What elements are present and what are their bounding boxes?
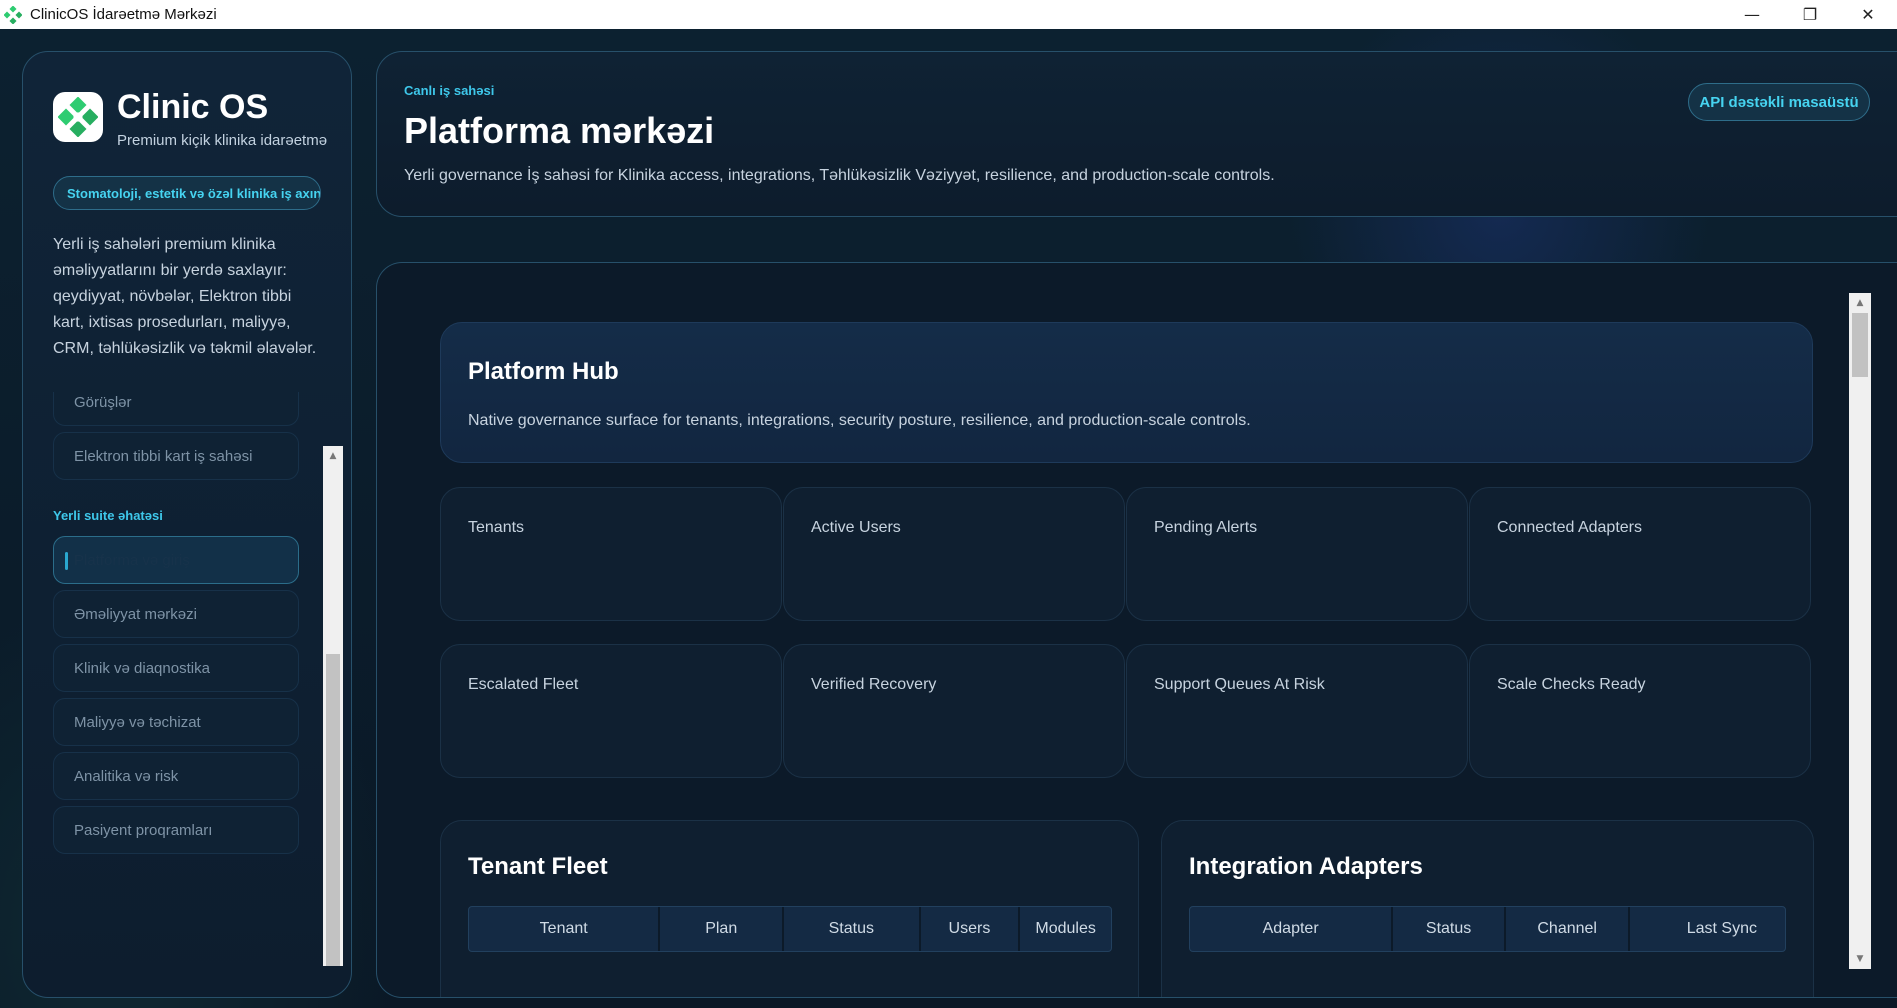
minimize-button[interactable]: —	[1723, 0, 1781, 29]
column-header[interactable]: Plan	[660, 907, 785, 951]
metric-label: Pending Alerts	[1154, 519, 1258, 536]
scroll-down-icon[interactable]: ▼	[1849, 949, 1871, 969]
tenant-fleet-title: Tenant Fleet	[468, 853, 608, 880]
platform-hub-card: Platform Hub Native governance surface f…	[440, 322, 1813, 463]
window-controls: — ❐ ✕	[1723, 0, 1897, 29]
sidebar-item-emr-workspace[interactable]: Elektron tibbi kart iş sahəsi	[53, 432, 299, 480]
sidebar-scrollbar[interactable]: ▲ ▼	[323, 446, 343, 966]
brand-subtitle: Premium kiçik klinika idarəetmə	[117, 132, 327, 149]
close-button[interactable]: ✕	[1839, 0, 1897, 29]
metric-label: Escalated Fleet	[468, 676, 579, 693]
scroll-up-icon[interactable]: ▲	[1849, 293, 1871, 313]
metric-card-tenants: Tenants	[440, 487, 782, 621]
sidebar-scroll-thumb[interactable]	[326, 654, 340, 966]
column-header[interactable]: Channel	[1506, 907, 1631, 951]
clinic-type-tag: Stomatoloji, estetik və özəl klinika iş …	[53, 176, 321, 210]
sidebar-nav: Görüşlər Elektron tibbi kart iş sahəsi Y…	[49, 392, 345, 966]
tenant-fleet-card: Tenant Fleet Tenant Plan Status Users Mo…	[440, 820, 1139, 997]
window-titlebar: ClinicOS İdarəetmə Mərkəzi — ❐ ✕	[0, 0, 1897, 29]
column-header[interactable]: Last Sync	[1630, 907, 1785, 951]
metric-card-escalated-fleet: Escalated Fleet	[440, 644, 782, 778]
sidebar-item-appointments[interactable]: Görüşlər	[53, 392, 299, 426]
integration-adapters-header-row: Adapter Status Channel Last Sync	[1189, 906, 1786, 952]
column-header[interactable]: Adapter	[1190, 907, 1394, 951]
metric-card-connected-adapters: Connected Adapters	[1469, 487, 1811, 621]
sidebar-item-operations[interactable]: Əməliyyat mərkəzi	[53, 590, 299, 638]
sidebar: Clinic OS Premium kiçik klinika idarəetm…	[22, 51, 352, 998]
page-description: Yerli governance İş sahəsi for Klinika a…	[404, 167, 1275, 184]
metric-card-scale-checks: Scale Checks Ready	[1469, 644, 1811, 778]
sidebar-item-patient-programs[interactable]: Pasiyent proqramları	[53, 806, 299, 854]
sidebar-section-label: Yerli suite əhatəsi	[53, 508, 163, 523]
column-header[interactable]: Users	[921, 907, 1021, 951]
clinic-logo-icon	[58, 97, 98, 137]
metric-label: Active Users	[811, 519, 901, 536]
brand-title: Clinic OS	[117, 88, 269, 126]
metric-label: Verified Recovery	[811, 676, 937, 693]
metric-card-verified-recovery: Verified Recovery	[783, 644, 1125, 778]
page-title: Platforma mərkəzi	[404, 110, 715, 151]
hub-title: Platform Hub	[468, 358, 619, 385]
integration-adapters-title: Integration Adapters	[1189, 853, 1423, 880]
tenant-fleet-header-row: Tenant Plan Status Users Modules	[468, 906, 1112, 952]
sidebar-item-finance[interactable]: Maliyyə və təchizat	[53, 698, 299, 746]
column-header[interactable]: Status	[784, 907, 921, 951]
integration-adapters-card: Integration Adapters Adapter Status Chan…	[1161, 820, 1814, 997]
api-desktop-badge: API dəstəkli masaüstü	[1688, 83, 1870, 121]
column-header[interactable]: Status	[1393, 907, 1506, 951]
sidebar-item-platform[interactable]: Platforma və giriş	[53, 536, 299, 584]
main-content: Platform Hub Native governance surface f…	[376, 262, 1897, 998]
metric-label: Connected Adapters	[1497, 519, 1642, 536]
clinic-logo-icon	[4, 5, 22, 24]
main-scrollbar[interactable]: ▲ ▼	[1849, 293, 1871, 969]
column-header[interactable]: Modules	[1020, 907, 1111, 951]
restore-button[interactable]: ❐	[1781, 0, 1839, 29]
brand-logo	[53, 92, 103, 142]
metric-label: Support Queues At Risk	[1154, 676, 1325, 693]
metric-label: Scale Checks Ready	[1497, 676, 1646, 693]
sidebar-item-analytics[interactable]: Analitika və risk	[53, 752, 299, 800]
metric-label: Tenants	[468, 519, 525, 536]
page-header: Canlı iş sahəsi Platforma mərkəzi Yerli …	[376, 51, 1897, 217]
page-eyebrow: Canlı iş sahəsi	[404, 83, 495, 98]
window-title: ClinicOS İdarəetmə Mərkəzi	[30, 6, 217, 23]
main-scroll-thumb[interactable]	[1852, 313, 1868, 377]
hub-description: Native governance surface for tenants, i…	[468, 412, 1251, 429]
metric-card-active-users: Active Users	[783, 487, 1125, 621]
scroll-up-icon[interactable]: ▲	[323, 446, 343, 466]
sidebar-intro: Yerli iş sahələri premium klinika əməliy…	[53, 236, 317, 357]
metric-card-pending-alerts: Pending Alerts	[1126, 487, 1468, 621]
sidebar-item-clinical[interactable]: Klinik və diaqnostika	[53, 644, 299, 692]
column-header[interactable]: Tenant	[469, 907, 661, 951]
metric-card-support-queues: Support Queues At Risk	[1126, 644, 1468, 778]
